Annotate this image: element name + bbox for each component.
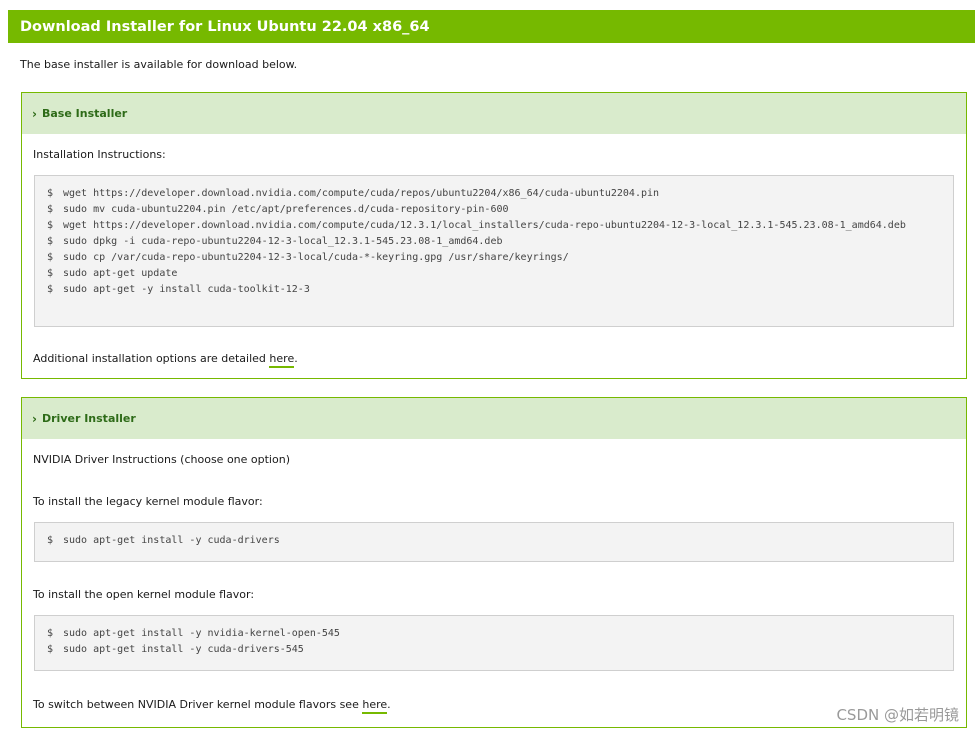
- command-text: sudo apt-get install -y cuda-drivers: [63, 535, 280, 546]
- code-line: $ sudo mv cuda-ubuntu2204.pin /etc/apt/pr…: [47, 202, 941, 218]
- command-text: sudo apt-get install -y cuda-drivers-545: [63, 644, 304, 655]
- driver-installer-panel: › Driver Installer NVIDIA Driver Instruc…: [21, 397, 967, 728]
- command-text: sudo apt-get -y install cuda-toolkit-12-…: [63, 284, 310, 295]
- chevron-right-icon: ›: [32, 411, 37, 426]
- base-installer-panel: › Base Installer Installation Instructio…: [21, 92, 967, 379]
- command-text: sudo apt-get install -y nvidia-kernel-op…: [63, 628, 340, 639]
- prompt-symbol: $: [47, 188, 54, 199]
- additional-options-prefix: Additional installation options are deta…: [33, 352, 270, 365]
- prompt-symbol: $: [47, 220, 54, 231]
- legacy-kernel-label: To install the legacy kernel module flav…: [33, 495, 263, 508]
- command-text: wget https://developer.download.nvidia.c…: [63, 188, 660, 199]
- intro-text: The base installer is available for down…: [20, 58, 298, 71]
- prompt-symbol: $: [47, 236, 54, 247]
- prompt-symbol: $: [47, 644, 54, 655]
- command-text: sudo dpkg -i cuda-repo-ubuntu2204-12-3-l…: [63, 236, 503, 247]
- code-line: $ wget https://developer.download.nvidia.…: [47, 186, 941, 202]
- base-installer-code-block[interactable]: $ wget https://developer.download.nvidia.…: [34, 175, 954, 327]
- code-line: $ sudo dpkg -i cuda-repo-ubuntu2204-12-3-…: [47, 234, 941, 250]
- chevron-right-icon: ›: [32, 106, 37, 121]
- prompt-symbol: $: [47, 204, 54, 215]
- driver-installer-toggle[interactable]: › Driver Installer: [22, 398, 966, 439]
- command-text: sudo apt-get update: [63, 268, 178, 279]
- prompt-symbol: $: [47, 628, 54, 639]
- prompt-symbol: $: [47, 252, 54, 263]
- open-kernel-code-block[interactable]: $ sudo apt-get install -y nvidia-kernel-o…: [34, 615, 954, 671]
- command-text: sudo mv cuda-ubuntu2204.pin /etc/apt/pre…: [63, 204, 509, 215]
- switch-flavors-here-link[interactable]: here: [362, 698, 388, 714]
- code-line: $ sudo apt-get install -y cuda-drivers: [47, 533, 941, 549]
- switch-flavors-suffix: .: [387, 698, 391, 711]
- page-header: Download Installer for Linux Ubuntu 22.0…: [8, 10, 975, 43]
- legacy-kernel-code-block[interactable]: $ sudo apt-get install -y cuda-drivers: [34, 522, 954, 562]
- command-text: sudo cp /var/cuda-repo-ubuntu2204-12-3-l…: [63, 252, 569, 263]
- additional-options-here-link[interactable]: here: [269, 352, 295, 368]
- base-installer-toggle[interactable]: › Base Installer: [22, 93, 966, 134]
- switch-flavors-prefix: To switch between NVIDIA Driver kernel m…: [33, 698, 363, 711]
- code-line: $ sudo apt-get update: [47, 266, 941, 282]
- code-line: $ wget https://developer.download.nvidia.…: [47, 218, 941, 234]
- base-installer-title: Base Installer: [42, 107, 128, 120]
- prompt-symbol: $: [47, 535, 54, 546]
- additional-options-text: Additional installation options are deta…: [33, 352, 298, 368]
- switch-flavors-text: To switch between NVIDIA Driver kernel m…: [33, 698, 391, 714]
- code-line: $ sudo apt-get install -y cuda-drivers-54…: [47, 642, 941, 658]
- installation-instructions-label: Installation Instructions:: [33, 148, 166, 161]
- driver-installer-title: Driver Installer: [42, 412, 136, 425]
- open-kernel-label: To install the open kernel module flavor…: [33, 588, 255, 601]
- code-line: $ sudo apt-get install -y nvidia-kernel-o…: [47, 626, 941, 642]
- page-title: Download Installer for Linux Ubuntu 22.0…: [20, 18, 430, 35]
- prompt-symbol: $: [47, 268, 54, 279]
- code-line: $ sudo apt-get -y install cuda-toolkit-12…: [47, 282, 941, 298]
- prompt-symbol: $: [47, 284, 54, 295]
- command-text: wget https://developer.download.nvidia.c…: [63, 220, 906, 231]
- code-line: $ sudo cp /var/cuda-repo-ubuntu2204-12-3-…: [47, 250, 941, 266]
- additional-options-suffix: .: [294, 352, 298, 365]
- watermark: CSDN @如若明镜: [836, 706, 959, 724]
- driver-instructions-label: NVIDIA Driver Instructions (choose one o…: [33, 453, 290, 466]
